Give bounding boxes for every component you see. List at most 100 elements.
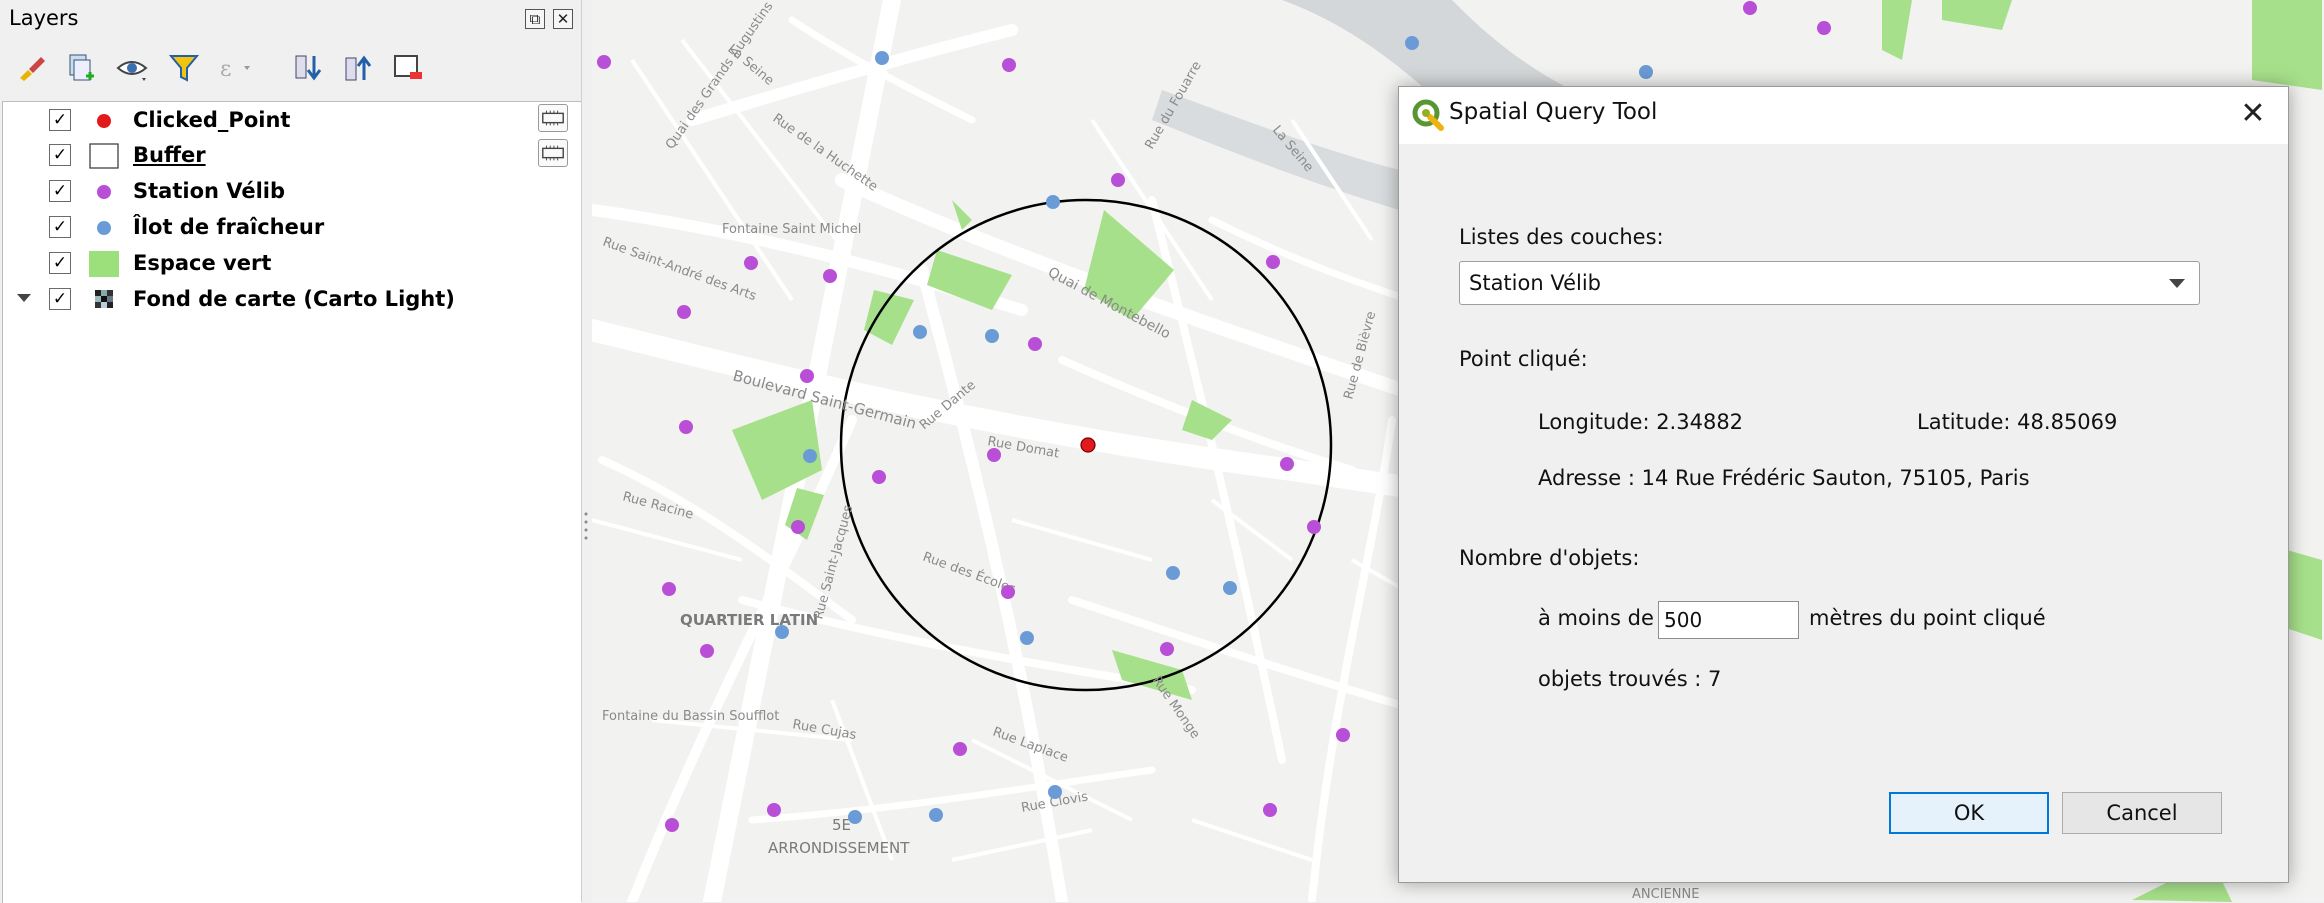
velib-point [677,305,691,319]
layer-select-value: Station Vélib [1469,271,1601,295]
velib-point [823,269,837,283]
ilot-point [913,325,927,339]
layer-checkbox[interactable]: ✓ [49,144,71,166]
within-suffix-label: mètres du point cliqué [1809,606,2046,630]
purple-dot-icon [97,185,111,199]
layer-name: Station Vélib [133,179,286,203]
velib-point [662,582,676,596]
qgis-logo-icon [1412,99,1444,131]
ok-button[interactable]: OK [1889,792,2049,834]
raster-icon [95,290,113,308]
remove-layer-icon[interactable] [390,50,426,86]
dialog-close-button[interactable]: ✕ [2236,97,2270,131]
velib-point [767,803,781,817]
velib-point [953,742,967,756]
velib-point [1001,585,1015,599]
ilot-point [1046,195,1060,209]
red-dot-icon [97,114,111,128]
ilot-point [1048,785,1062,799]
velib-point [1002,58,1016,72]
velib-point [1817,21,1831,35]
dialog-titlebar[interactable]: Spatial Query Tool ✕ [1399,87,2288,144]
layer-row-clicked-point[interactable]: ✓ Clicked_Point [3,104,579,138]
layers-panel-title: Layers [9,6,79,30]
velib-point [1307,520,1321,534]
address-value: Adresse : 14 Rue Frédéric Sauton, 75105,… [1538,466,2030,490]
layer-checkbox[interactable]: ✓ [49,216,71,238]
ilot-point [848,810,862,824]
velib-point [800,369,814,383]
layer-name: Fond de carte (Carto Light) [133,287,455,311]
velib-point [744,256,758,270]
velib-point [791,520,805,534]
layer-select[interactable]: Station Vélib [1459,261,2200,305]
filter-icon[interactable] [166,50,202,86]
velib-point [1743,1,1757,15]
object-count-label: Nombre d'objets: [1459,546,1640,570]
layer-tree: ✓ Clicked_Point ✓ Buffer ✓ Station Vélib… [2,101,581,903]
latitude-value: Latitude: 48.85069 [1917,410,2118,434]
ilot-point [875,51,889,65]
distance-input[interactable]: 500 [1658,601,1799,639]
layer-row-station-velib[interactable]: ✓ Station Vélib [3,175,579,209]
style-brush-icon[interactable] [14,50,50,86]
expand-arrow-icon[interactable] [17,294,31,302]
cancel-button[interactable]: Cancel [2062,792,2222,834]
within-prefix-label: à moins de [1538,606,1654,630]
ilot-point [1166,566,1180,580]
visibility-eye-icon[interactable] [114,50,150,86]
velib-point [987,448,1001,462]
velib-point [872,470,886,484]
close-panel-button[interactable]: ✕ [553,9,573,29]
green-fill-icon [89,251,119,277]
map-label: ANCIENNE [1632,887,1699,902]
layers-panel: Layers ⧉ ✕ ε ✓ Clicked_Point ✓ Buffer ✓ … [0,0,582,903]
clicked-point-label: Point cliqué: [1459,347,1588,371]
float-panel-button[interactable]: ⧉ [525,9,545,29]
collapse-all-icon[interactable] [340,50,376,86]
blue-dot-icon [97,221,111,235]
layer-checkbox[interactable]: ✓ [49,109,71,131]
map-label: QUARTIER LATIN [680,611,818,629]
svg-text:ε: ε [220,57,231,82]
editable-layer-icon[interactable] [538,104,568,132]
spatial-query-dialog: Spatial Query Tool ✕ Listes des couches:… [1398,86,2289,883]
map-label: 5E [832,816,851,834]
layer-name: Buffer [133,143,206,167]
editable-layer-icon[interactable] [538,139,568,167]
layer-checkbox[interactable]: ✓ [49,288,71,310]
ilot-point [1639,65,1653,79]
map-label: Fontaine du Bassin Soufflot [602,709,779,724]
layer-row-espace-vert[interactable]: ✓ Espace vert [3,247,579,281]
velib-point [1336,728,1350,742]
layers-list-label: Listes des couches: [1459,225,1664,249]
map-label: Rue Cujas [791,717,857,743]
layer-name: Îlot de fraîcheur [133,215,325,239]
map-label: Fontaine Saint Michel [722,222,861,237]
ilot-point [929,808,943,822]
velib-point [1280,457,1294,471]
layer-row-buffer[interactable]: ✓ Buffer [3,139,579,173]
ilot-point [803,449,817,463]
layer-checkbox[interactable]: ✓ [49,180,71,202]
ilot-point [985,329,999,343]
layer-row-ilot-fraicheur[interactable]: ✓ Îlot de fraîcheur [3,211,579,245]
layer-row-fond-de-carte[interactable]: ✓ Fond de carte (Carto Light) [3,283,579,317]
add-group-icon[interactable] [62,50,98,86]
objects-found-value: objets trouvés : 7 [1538,667,1722,691]
layer-checkbox[interactable]: ✓ [49,252,71,274]
polygon-outline-icon [89,143,119,169]
velib-point [1028,337,1042,351]
map-label: Rue Saint-André des Arts [601,235,759,305]
ilot-point [1405,36,1419,50]
velib-point [597,55,611,69]
expand-all-icon[interactable] [290,50,326,86]
dialog-title: Spatial Query Tool [1449,99,1658,125]
velib-point [1266,255,1280,269]
velib-point [1263,803,1277,817]
velib-point [700,644,714,658]
layer-name: Espace vert [133,251,272,275]
panel-splitter-handle[interactable] [584,508,588,548]
clicked-point [1080,437,1096,453]
longitude-value: Longitude: 2.34882 [1538,410,1744,434]
